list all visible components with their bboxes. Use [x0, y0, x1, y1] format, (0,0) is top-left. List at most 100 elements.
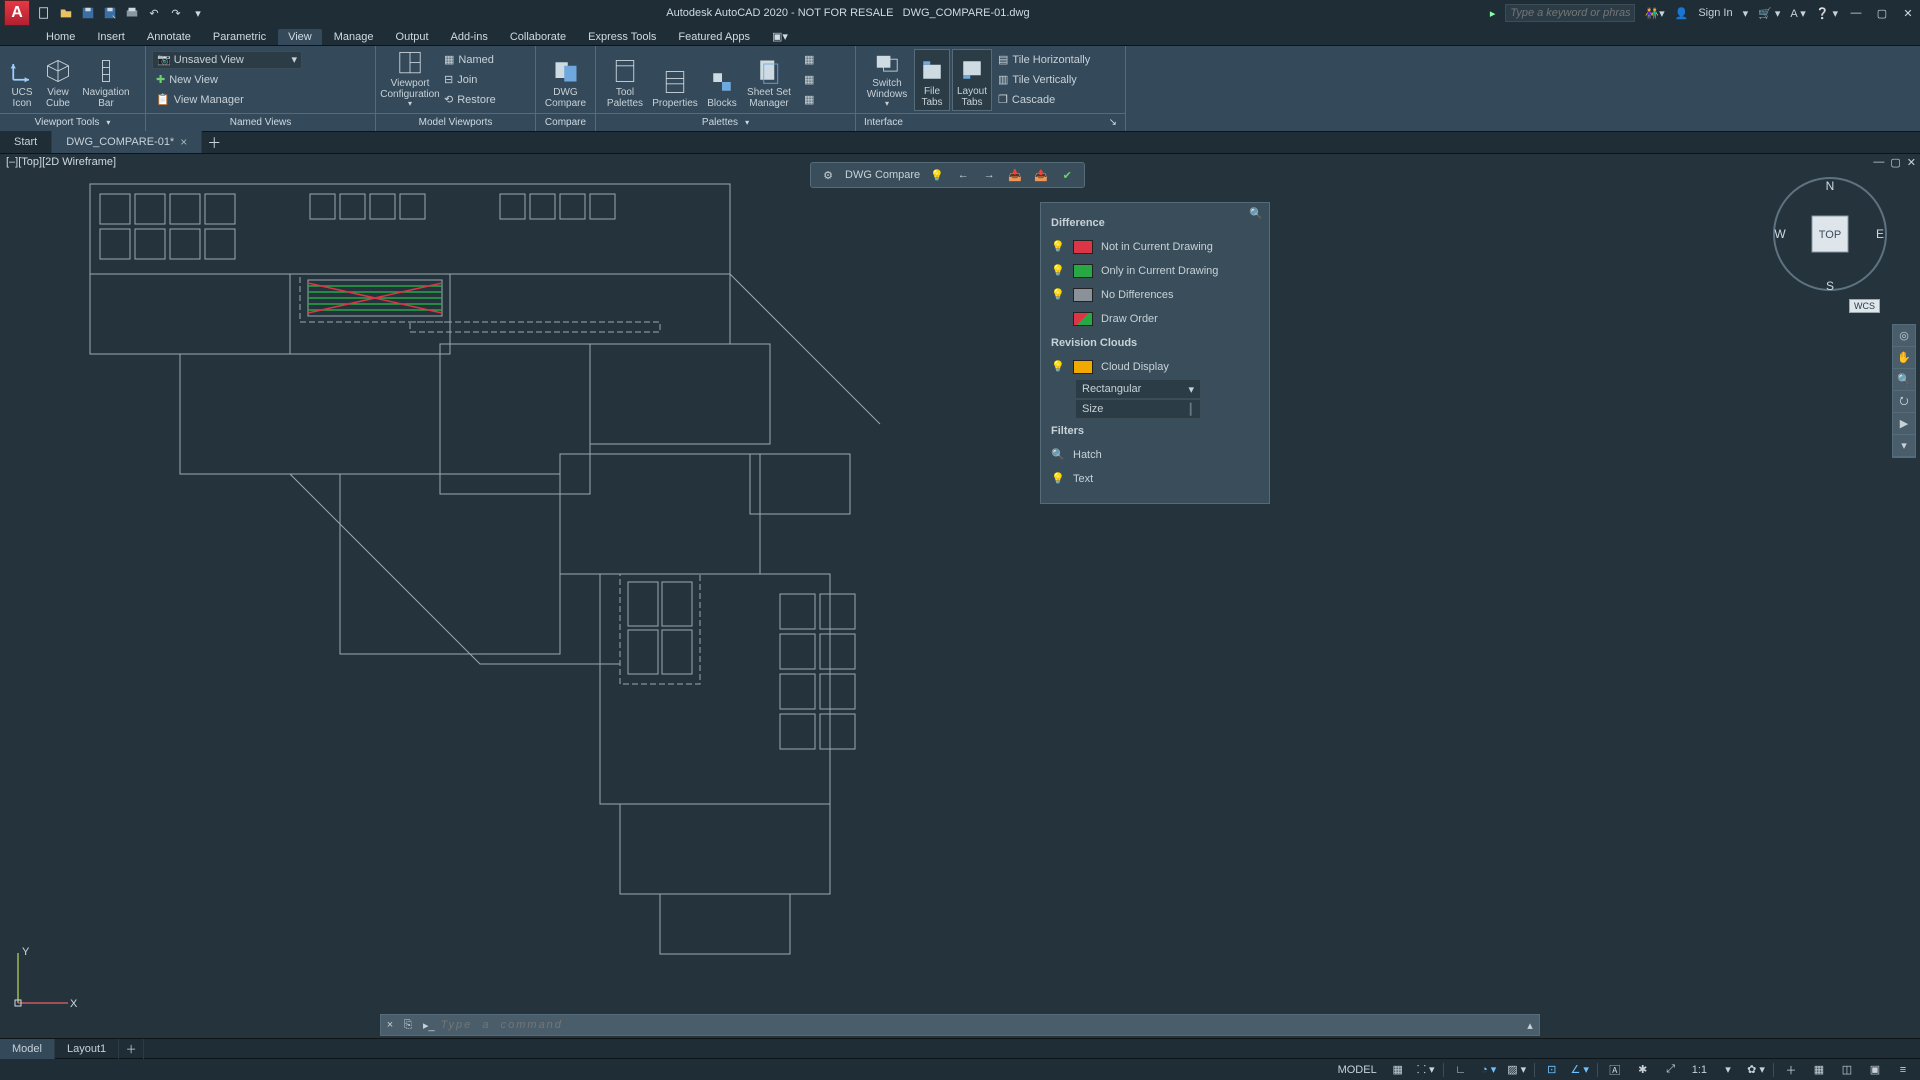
annotation-scale-icon[interactable]: 🄰 — [1604, 1061, 1626, 1079]
compare-next-icon[interactable]: → — [980, 166, 998, 184]
cmd-recent-icon[interactable]: ▴ — [1521, 1019, 1539, 1032]
close-tab-icon[interactable]: × — [180, 135, 187, 149]
hatch-toggle-icon[interactable]: 🔍 — [1051, 448, 1065, 462]
sheetset-button[interactable]: Sheet Set Manager — [744, 49, 794, 111]
help-icon[interactable]: ❔ ▾ — [1816, 7, 1838, 20]
minimize-button[interactable]: — — [1848, 5, 1864, 21]
status-scale[interactable]: 1:1 — [1688, 1064, 1711, 1076]
polar-icon[interactable]: ◔ ▾ — [1478, 1061, 1500, 1079]
search-dropdown-icon[interactable]: 👫▾ — [1645, 7, 1664, 20]
osnap-icon[interactable]: ⊡ — [1541, 1061, 1563, 1079]
undo-icon[interactable]: ↶ — [146, 5, 162, 21]
cmd-close-icon[interactable]: × — [381, 1019, 399, 1031]
tab-addins[interactable]: Add-ins — [441, 29, 498, 45]
isolate-icon[interactable]: ◫ — [1836, 1061, 1858, 1079]
close-button[interactable]: ✕ — [1900, 5, 1916, 21]
view-manager-button[interactable]: 📋View Manager — [152, 91, 369, 109]
panel-palettes[interactable]: Palettes — [596, 113, 855, 131]
panel-viewport-tools[interactable]: Viewport Tools — [0, 113, 145, 131]
tab-overflow-icon[interactable]: ▣▾ — [762, 28, 798, 45]
blocks-button[interactable]: Blocks — [702, 49, 742, 111]
add-tab-button[interactable]: ＋ — [202, 133, 226, 153]
ucs-icon[interactable]: Y X — [8, 943, 78, 1016]
ortho-icon[interactable]: ∟ — [1450, 1061, 1472, 1079]
isodraft-icon[interactable]: ▨ ▾ — [1506, 1061, 1528, 1079]
bulb-toggle[interactable]: 💡 — [1051, 240, 1065, 254]
snap-icon[interactable]: ⸬ ▾ — [1415, 1061, 1437, 1079]
viewport-label[interactable]: [–][Top][2D Wireframe] — [6, 156, 116, 168]
tab-home[interactable]: Home — [36, 29, 85, 45]
annotation-visible-icon[interactable]: ✱ — [1632, 1061, 1654, 1079]
nav-orbit-icon[interactable]: ⭮ — [1893, 391, 1915, 413]
bulb-toggle[interactable]: 💡 — [1051, 264, 1065, 278]
restore-button[interactable]: ⟲Restore — [440, 91, 500, 109]
workspace-icon[interactable]: ✿ ▾ — [1745, 1061, 1767, 1079]
red-swatch[interactable] — [1073, 240, 1093, 254]
tab-annotate[interactable]: Annotate — [137, 29, 201, 45]
green-swatch[interactable] — [1073, 264, 1093, 278]
osnap-dd-icon[interactable]: ∠ ▾ — [1569, 1061, 1591, 1079]
compare-import-icon[interactable]: 📥 — [1006, 166, 1024, 184]
customize-status-icon[interactable]: ≡ — [1892, 1061, 1914, 1079]
tab-start[interactable]: Start — [0, 131, 52, 153]
drawing-viewport[interactable]: [–][Top][2D Wireframe] — ▢ ✕ — [0, 154, 1920, 1038]
panel-pin-icon[interactable]: 🔍 — [1249, 207, 1263, 220]
draworder-swatch[interactable] — [1073, 312, 1093, 326]
cloud-shape-dropdown[interactable]: Rectangular▾ — [1075, 379, 1201, 399]
vp-close-icon[interactable]: ✕ — [1907, 156, 1916, 169]
app-menu-button[interactable]: A — [4, 0, 30, 26]
vp-minimize-icon[interactable]: — — [1873, 156, 1884, 169]
cmd-customize-icon[interactable]: ⎘ — [399, 1019, 417, 1032]
new-icon[interactable] — [36, 5, 52, 21]
status-model-label[interactable]: MODEL — [1334, 1064, 1381, 1076]
compare-settings-icon[interactable]: ⚙ — [819, 166, 837, 184]
compare-accept-icon[interactable]: ✔ — [1058, 166, 1076, 184]
add-layout-button[interactable]: ＋ — [119, 1039, 144, 1059]
app-exchange-icon[interactable]: A ▾ — [1790, 7, 1805, 20]
nav-showmotion-icon[interactable]: ▶ — [1893, 413, 1915, 435]
tab-model[interactable]: Model — [0, 1039, 55, 1059]
tab-view[interactable]: View — [278, 29, 322, 45]
tool-palettes-button[interactable]: Tool Palettes — [602, 49, 648, 111]
ucs-icon-button[interactable]: UCS Icon — [6, 49, 38, 111]
saveas-icon[interactable] — [102, 5, 118, 21]
monitor-icon[interactable]: ＋ — [1780, 1061, 1802, 1079]
properties-button[interactable]: Properties — [650, 49, 700, 111]
tab-featuredapps[interactable]: Featured Apps — [668, 29, 760, 45]
viewcube-button[interactable]: View Cube — [40, 49, 76, 111]
file-tabs-toggle[interactable]: File Tabs — [914, 49, 950, 111]
search-input[interactable] — [1505, 4, 1635, 22]
view-dropdown[interactable]: 📷 Unsaved View▾ — [152, 51, 302, 69]
cascade-button[interactable]: ❐Cascade — [994, 91, 1094, 109]
tab-expresstools[interactable]: Express Tools — [578, 29, 666, 45]
tab-active-file[interactable]: DWG_COMPARE-01*× — [52, 131, 202, 153]
scale-dd-icon[interactable]: ▾ — [1717, 1061, 1739, 1079]
annotation-auto-icon[interactable]: ⤢ — [1660, 1061, 1682, 1079]
plot-icon[interactable] — [124, 5, 140, 21]
command-input[interactable] — [435, 1019, 1521, 1031]
tab-layout1[interactable]: Layout1 — [55, 1039, 119, 1059]
sign-in-link[interactable]: Sign In — [1698, 7, 1732, 19]
palette-extra-1[interactable]: ▦ — [800, 51, 818, 69]
layout-tabs-toggle[interactable]: Layout Tabs — [952, 49, 992, 111]
compare-bulb-icon[interactable]: 💡 — [928, 166, 946, 184]
join-button[interactable]: ⊟Join — [440, 71, 500, 89]
nav-zoom-icon[interactable]: 🔍 — [1893, 369, 1915, 391]
switch-windows-button[interactable]: Switch Windows▾ — [862, 49, 912, 111]
vp-maximize-icon[interactable]: ▢ — [1890, 156, 1900, 169]
navbar-button[interactable]: Navigation Bar — [78, 49, 134, 111]
tile-vertically-button[interactable]: ▥Tile Vertically — [994, 71, 1094, 89]
save-icon[interactable] — [80, 5, 96, 21]
palette-extra-2[interactable]: ▦ — [800, 71, 818, 89]
tile-horizontally-button[interactable]: ▤Tile Horizontally — [994, 51, 1094, 69]
tab-insert[interactable]: Insert — [87, 29, 135, 45]
palette-extra-3[interactable]: ▦ — [800, 91, 818, 109]
cart-icon[interactable]: 🛒 ▾ — [1758, 7, 1780, 20]
hardware-icon[interactable]: ▦ — [1808, 1061, 1830, 1079]
command-line[interactable]: × ⎘ ▸_ ▴ — [380, 1014, 1540, 1036]
text-toggle-icon[interactable]: 💡 — [1051, 472, 1065, 486]
open-icon[interactable] — [58, 5, 74, 21]
qat-dropdown-icon[interactable]: ▾ — [190, 5, 206, 21]
yellow-swatch[interactable] — [1073, 360, 1093, 374]
nav-pan-icon[interactable]: ✋ — [1893, 347, 1915, 369]
